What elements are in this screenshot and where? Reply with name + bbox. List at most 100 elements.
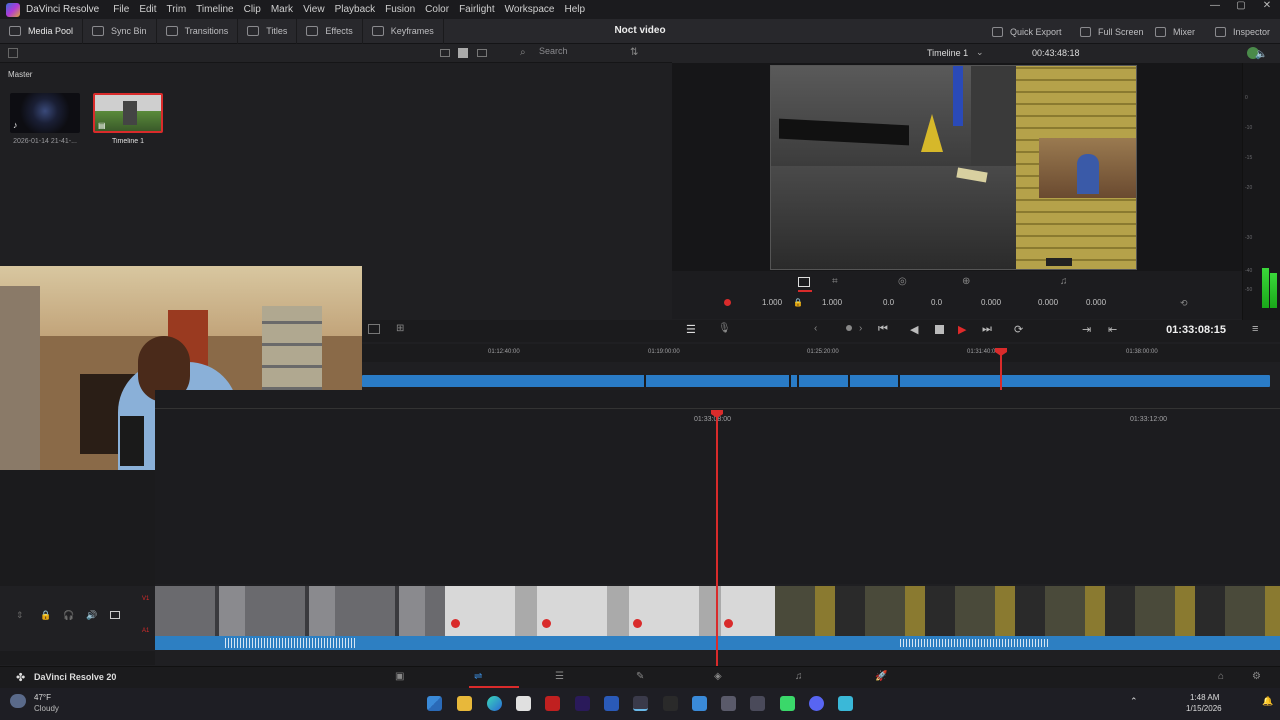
maximize-icon[interactable]: ▢ (1228, 0, 1254, 11)
loop-icon[interactable]: ⟳ (1014, 323, 1023, 336)
sort-icon[interactable]: ⇅ (630, 47, 638, 58)
home-icon[interactable]: ⌂ (1218, 671, 1224, 682)
menu-mark[interactable]: Mark (271, 4, 293, 15)
sync-bin-button[interactable]: Sync Bin (83, 18, 157, 44)
app-icon-blue[interactable] (692, 696, 707, 711)
reset-icon[interactable]: ⟲ (1180, 298, 1188, 309)
menu-playback[interactable]: Playback (335, 4, 376, 15)
menu-color[interactable]: Color (425, 4, 449, 15)
premiere-icon[interactable] (575, 696, 590, 711)
davinci-taskbar-icon[interactable] (633, 696, 648, 711)
menu-workspace[interactable]: Workspace (505, 4, 555, 15)
yaw-value[interactable]: 0.000 (1086, 298, 1106, 307)
menu-view[interactable]: View (303, 4, 325, 15)
list-view-icon[interactable] (440, 49, 450, 57)
lock-icon[interactable]: 🔒 (793, 298, 803, 307)
transform-icon[interactable] (798, 277, 810, 287)
menu-edit[interactable]: Edit (139, 4, 156, 15)
rotation-value[interactable]: 0.000 (981, 298, 1001, 307)
media-page-icon[interactable]: ▣ (395, 671, 404, 682)
multicam-icon[interactable]: ⊞ (396, 323, 404, 334)
pitch-value[interactable]: 0.000 (1038, 298, 1058, 307)
volume-icon[interactable]: 🔊 (86, 610, 97, 621)
mcafee-icon[interactable] (545, 696, 560, 711)
lock-track-icon[interactable]: 🔒 (40, 610, 51, 621)
sidebar-toggle-icon[interactable] (8, 48, 18, 58)
menu-icon[interactable]: ≡ (1252, 323, 1258, 335)
jump-start-icon[interactable]: ⏮ (878, 323, 888, 336)
keyframes-button[interactable]: Keyframes (363, 18, 444, 44)
clip-icon[interactable] (368, 324, 380, 334)
mark-in-icon[interactable]: ⇥ (1082, 323, 1091, 336)
fl-studio-icon[interactable] (663, 696, 678, 711)
zoom-y-value[interactable]: 1.000 (822, 298, 842, 307)
calculator-icon[interactable] (750, 696, 765, 711)
titles-button[interactable]: Titles (238, 18, 298, 44)
headphones-icon[interactable]: 🎧 (63, 610, 74, 621)
notepad-icon[interactable] (838, 696, 853, 711)
strip-view-icon[interactable] (477, 49, 487, 57)
minimize-icon[interactable]: — (1202, 0, 1228, 11)
media-clip-recording[interactable]: ♪ 2026-01-14 21-41-... (10, 93, 80, 145)
edge-icon[interactable] (487, 696, 502, 711)
thumbnail-view-icon[interactable] (458, 48, 468, 58)
menu-timeline[interactable]: Timeline (196, 4, 233, 15)
weather-icon[interactable] (10, 694, 26, 708)
color-page-icon[interactable]: ◈ (714, 671, 722, 682)
menu-clip[interactable]: Clip (244, 4, 261, 15)
mic-icon[interactable]: 🎙 (718, 323, 731, 334)
mixer-button[interactable]: Mixer (1155, 19, 1195, 44)
app-icon-green[interactable] (780, 696, 795, 711)
stop-icon[interactable] (935, 325, 944, 334)
next-edit-icon[interactable]: › (859, 323, 862, 334)
menu-file[interactable]: File (113, 4, 129, 15)
dynamic-zoom-icon[interactable]: ◎ (898, 276, 907, 287)
upper-ruler[interactable]: 01:12:40:00 01:19:00:00 01:25:20:00 01:3… (362, 344, 1280, 362)
edit-page-icon[interactable]: ☰ (555, 671, 564, 682)
record-dot-icon[interactable] (724, 299, 731, 306)
jump-end-icon[interactable]: ⏭ (982, 323, 992, 336)
mark-out-icon[interactable]: ⇤ (1108, 323, 1117, 336)
mini-timeline-clip[interactable] (362, 375, 1270, 387)
crop-icon[interactable]: ⌗ (832, 276, 838, 287)
zoom-x-value[interactable]: 1.000 (762, 298, 782, 307)
media-pool-button[interactable]: Media Pool (0, 18, 84, 44)
menu-help[interactable]: Help (564, 4, 585, 15)
transitions-button[interactable]: Transitions (157, 18, 239, 44)
menu-trim[interactable]: Trim (167, 4, 187, 15)
playhead[interactable] (711, 410, 723, 668)
search-input[interactable]: Search (537, 46, 625, 60)
effects-button[interactable]: Effects (297, 18, 363, 44)
audio-tool-icon[interactable]: ♫ (1060, 276, 1068, 287)
discord-icon[interactable] (809, 696, 824, 711)
notification-bell-icon[interactable]: 🔔 (1262, 696, 1273, 707)
speaker-icon[interactable]: 🔈 (1255, 49, 1267, 60)
close-icon[interactable]: ✕ (1254, 0, 1280, 11)
position-y-value[interactable]: 0.0 (931, 298, 942, 307)
menu-fairlight[interactable]: Fairlight (459, 4, 495, 15)
timeline-options-icon[interactable]: ☰ (686, 323, 696, 336)
word-icon[interactable] (604, 696, 619, 711)
windows-start-icon[interactable] (427, 696, 442, 711)
inspector-button[interactable]: Inspector (1215, 19, 1270, 44)
play-icon[interactable]: ▶ (958, 323, 966, 336)
marker-icon[interactable] (846, 325, 852, 331)
file-explorer-icon[interactable] (457, 696, 472, 711)
fusion-page-icon[interactable]: ✎ (636, 671, 644, 682)
cut-page-icon[interactable]: ⇌ (474, 671, 482, 682)
store-icon[interactable] (516, 696, 531, 711)
tray-chevron-icon[interactable]: ⌃ (1130, 696, 1138, 707)
chevron-down-icon[interactable]: ⌄ (976, 47, 984, 58)
prev-edit-icon[interactable]: ‹ (814, 323, 817, 334)
fairlight-page-icon[interactable]: ♫ (795, 671, 803, 682)
quick-export-button[interactable]: Quick Export (992, 19, 1062, 44)
viewer-timeline-name[interactable]: Timeline 1 (927, 48, 968, 58)
viewer-frame[interactable] (770, 65, 1137, 270)
settings-gear-icon[interactable]: ⚙ (1252, 671, 1261, 682)
stabilize-icon[interactable]: ⊕ (962, 276, 970, 287)
move-icon[interactable]: ⇕ (16, 610, 24, 621)
full-screen-button[interactable]: Full Screen (1080, 19, 1144, 44)
media-clip-timeline[interactable]: ▤ Timeline 1 (93, 93, 163, 145)
menu-fusion[interactable]: Fusion (385, 4, 415, 15)
deliver-page-icon[interactable]: 🚀 (875, 671, 887, 682)
